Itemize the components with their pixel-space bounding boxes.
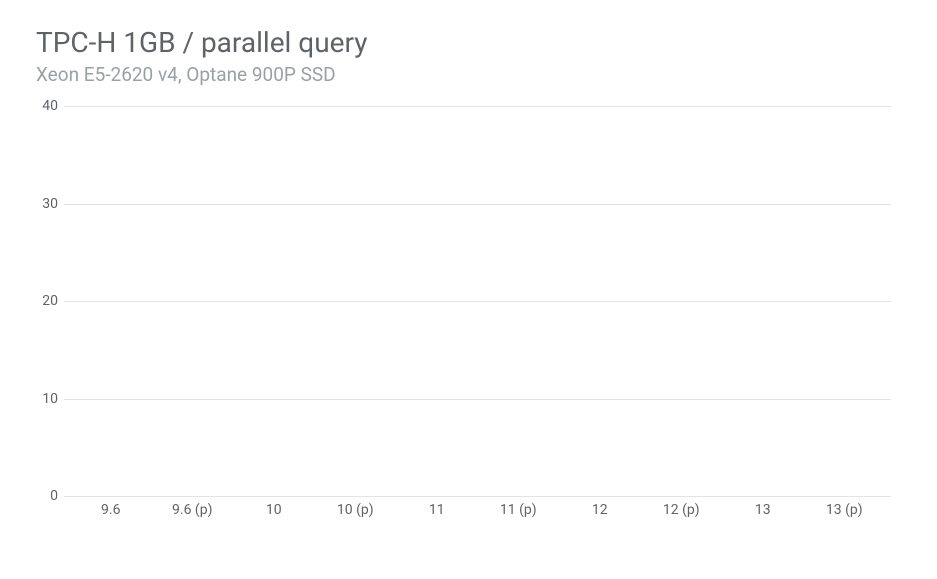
bar-slot (70, 106, 152, 496)
x-axis-labels: 9.69.6 (p)1010 (p)1111 (p)1212 (p)1313 (… (64, 496, 891, 526)
x-tick-label: 12 (p) (641, 496, 723, 526)
x-tick-label: 11 (396, 496, 478, 526)
bar-slot (396, 106, 478, 496)
x-tick-label: 11 (p) (478, 496, 560, 526)
plot-area: 010203040 9.69.6 (p)1010 (p)1111 (p)1212… (64, 106, 891, 526)
y-tick-label: 0 (34, 488, 58, 504)
x-tick-label: 10 (p) (315, 496, 397, 526)
bar-slot (559, 106, 641, 496)
bar-slot (315, 106, 397, 496)
bars-group (64, 106, 891, 496)
bar-slot (722, 106, 804, 496)
y-tick-label: 20 (34, 293, 58, 309)
y-tick-label: 40 (34, 98, 58, 114)
x-tick-label: 9.6 (p) (152, 496, 234, 526)
chart-container: TPC-H 1GB / parallel query Xeon E5-2620 … (0, 0, 937, 579)
x-tick-label: 10 (233, 496, 315, 526)
x-tick-label: 13 (722, 496, 804, 526)
y-tick-label: 30 (34, 196, 58, 212)
bar-slot (478, 106, 560, 496)
x-tick-label: 13 (p) (804, 496, 886, 526)
bar-slot (804, 106, 886, 496)
chart-title: TPC-H 1GB / parallel query (36, 26, 901, 59)
y-tick-label: 10 (34, 391, 58, 407)
chart-subtitle: Xeon E5-2620 v4, Optane 900P SSD (36, 63, 901, 86)
bar-slot (641, 106, 723, 496)
x-tick-label: 12 (559, 496, 641, 526)
bar-slot (233, 106, 315, 496)
x-tick-label: 9.6 (70, 496, 152, 526)
bar-slot (152, 106, 234, 496)
